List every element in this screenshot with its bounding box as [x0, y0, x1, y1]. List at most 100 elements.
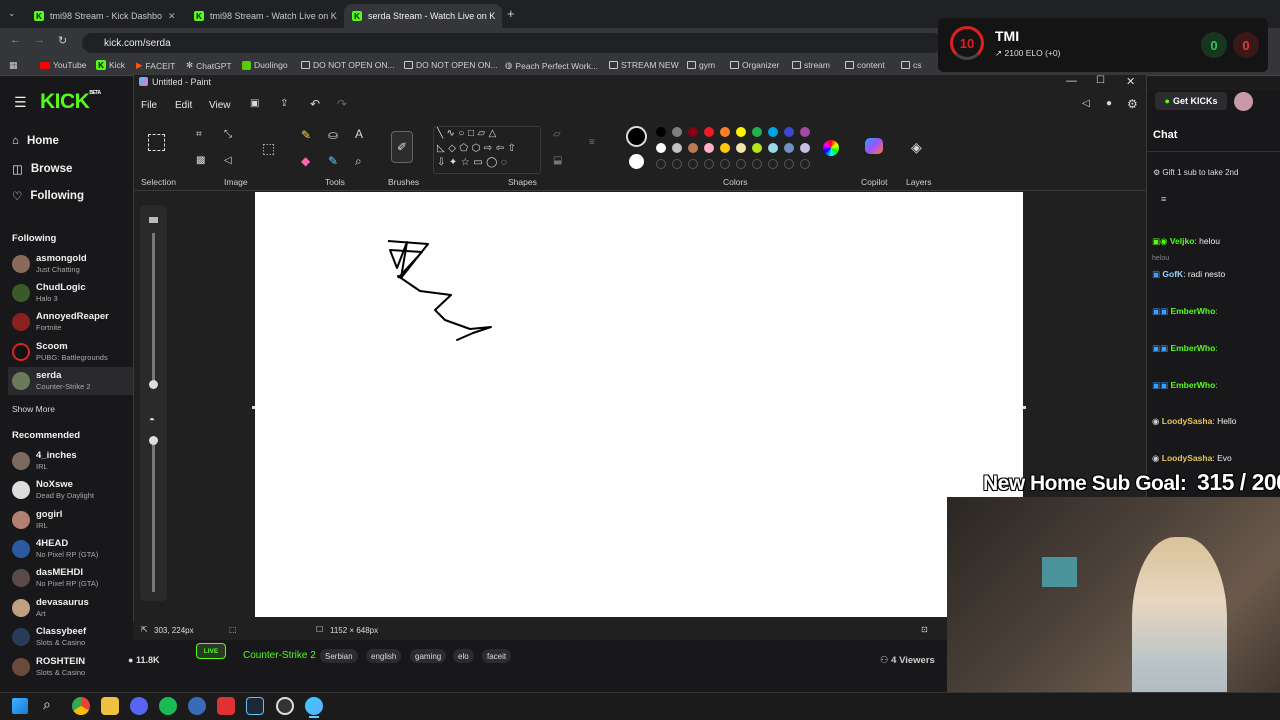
discord-icon[interactable] [130, 697, 148, 715]
secondary-color[interactable] [629, 154, 644, 169]
color-swatch[interactable] [672, 127, 682, 137]
color-swatch[interactable] [800, 127, 810, 137]
color-swatch[interactable] [736, 143, 746, 153]
primary-color[interactable] [626, 126, 647, 147]
color-swatch[interactable] [656, 127, 666, 137]
hamburger-menu-icon[interactable]: ☰ [14, 94, 27, 111]
bookmark-folder[interactable]: Organizer [730, 60, 779, 70]
menu-edit[interactable]: Edit [175, 100, 192, 111]
paint-canvas[interactable] [255, 192, 1023, 617]
tag-gaming[interactable]: gaming [410, 649, 447, 663]
channel-devasaurus[interactable]: devasaurus Art [12, 596, 132, 624]
mute-icon[interactable]: ✕ [168, 11, 176, 22]
account-icon[interactable]: ● [1106, 99, 1112, 109]
color-swatch[interactable] [752, 143, 762, 153]
copilot-icon[interactable] [865, 138, 883, 154]
share-icon[interactable]: ⇪ [280, 99, 288, 109]
bookmark-folder[interactable]: DO NOT OPEN ON... [404, 60, 498, 70]
channel-roshtein[interactable]: ROSHTEIN Slots & Casino [12, 655, 132, 683]
color-swatch[interactable] [672, 143, 682, 153]
brushes-button[interactable]: ✐ [391, 131, 413, 163]
bookmark-kick[interactable]: K Kick [96, 60, 125, 70]
crop-icon[interactable]: ⌗ [196, 130, 202, 140]
layers-icon[interactable]: ◈ [911, 140, 922, 154]
color-swatch[interactable] [704, 127, 714, 137]
url-input[interactable]: kick.com/serda [82, 33, 942, 53]
color-swatch[interactable] [768, 127, 778, 137]
apps-icon[interactable]: ▦ [9, 60, 18, 71]
color-swatch[interactable] [752, 127, 762, 137]
app-icon[interactable] [188, 697, 206, 715]
nav-following[interactable]: ♡ Following [12, 189, 84, 203]
channel-gogirl[interactable]: gogirl IRL [12, 508, 132, 536]
shield-icon[interactable] [217, 697, 235, 715]
fill-icon[interactable]: ⛀ [328, 129, 338, 141]
remove-background-icon[interactable]: ⬚ [262, 141, 275, 155]
save-icon[interactable]: ▣ [250, 99, 259, 109]
kick-logo[interactable]: KICKBETA [40, 90, 101, 114]
color-picker-icon[interactable]: ✎ [328, 155, 338, 167]
color-swatch[interactable] [688, 127, 698, 137]
tag-english[interactable]: english [366, 649, 402, 663]
color-swatch[interactable] [656, 143, 666, 153]
obs-icon[interactable] [276, 697, 294, 715]
stream-category-link[interactable]: Counter-Strike 2 [243, 650, 316, 661]
share-network-icon[interactable]: ◁ [1082, 99, 1090, 109]
bookmark-folder[interactable]: gym [687, 60, 715, 70]
selection-tool[interactable] [148, 134, 165, 151]
new-tab-icon[interactable]: + [507, 6, 515, 21]
chrome-icon[interactable] [72, 697, 90, 715]
channel-asmongold[interactable]: asmongold Just Chatting [12, 252, 132, 280]
bookmark-folder[interactable]: STREAM NEW [609, 60, 679, 70]
tag-elo[interactable]: elo [453, 649, 474, 663]
paint-taskbar-icon[interactable] [305, 697, 323, 715]
user-avatar[interactable] [1234, 92, 1253, 111]
color-swatch[interactable] [720, 143, 730, 153]
color-swatch[interactable] [720, 159, 730, 169]
bookmark-faceit[interactable]: ▶ FACEIT [136, 60, 175, 71]
channel-4-inches[interactable]: 4_inches IRL [12, 449, 132, 477]
bookmark-folder[interactable]: content [845, 60, 885, 70]
bookmark-duolingo[interactable]: Duolingo [242, 60, 288, 70]
canvas-resize-handle-right[interactable] [1023, 406, 1026, 409]
outline-icon[interactable]: ▱ [553, 130, 561, 140]
spotify-icon[interactable] [159, 697, 177, 715]
color-swatch[interactable] [736, 159, 746, 169]
forward-icon[interactable]: → [34, 34, 45, 46]
bookmark-folder[interactable]: DO NOT OPEN ON... [301, 60, 395, 70]
tag-faceit[interactable]: faceit [482, 649, 512, 663]
shape-size-icon[interactable]: ≡ [589, 138, 595, 148]
color-swatch[interactable] [800, 143, 810, 153]
color-swatch[interactable] [688, 159, 698, 169]
eraser-icon[interactable]: ◆ [301, 155, 310, 167]
file-explorer-icon[interactable] [101, 697, 119, 715]
opacity-thumb[interactable] [149, 436, 158, 445]
channel-scoom[interactable]: Scoom PUBG: Battlegrounds [12, 340, 132, 368]
tab-serda-stream[interactable]: K serda Stream - Watch Live on K [344, 4, 502, 28]
opacity-slider[interactable] [152, 437, 155, 592]
color-swatch[interactable] [688, 143, 698, 153]
nav-home[interactable]: ⌂ Home [12, 135, 59, 147]
steam-icon[interactable] [246, 697, 264, 715]
rotate-icon[interactable]: ◁ [224, 156, 232, 166]
menu-file[interactable]: File [141, 100, 157, 111]
windows-start-icon[interactable] [12, 698, 28, 714]
tab-search-icon[interactable]: ⌄ [8, 8, 16, 19]
color-swatch[interactable] [784, 143, 794, 153]
color-swatch[interactable] [656, 159, 666, 169]
channel-chudlogic[interactable]: ChudLogic Halo 3 [12, 281, 132, 309]
bookmark-youtube[interactable]: YouTube [40, 60, 86, 70]
close-icon[interactable]: ✕ [1126, 75, 1135, 88]
tab-kick-dashboard[interactable]: K tmi98 Stream - Kick Dashbo ✕ [26, 4, 180, 28]
color-swatch[interactable] [784, 159, 794, 169]
text-icon[interactable]: A [355, 128, 363, 140]
undo-icon[interactable]: ↶ [310, 98, 320, 110]
edit-colors-icon[interactable] [823, 140, 839, 156]
bookmark-chatgpt[interactable]: ✻ ChatGPT [186, 60, 232, 71]
back-icon[interactable]: ← [10, 34, 21, 46]
tag-serbian[interactable]: Serbian [320, 649, 358, 663]
bookmark-peach[interactable]: ◍ Peach Perfect Work... [505, 60, 598, 71]
channel-annoyedreaper[interactable]: AnnoyedReaper Fortnite [12, 310, 132, 338]
channel-serda[interactable]: serda Counter-Strike 2 [12, 369, 132, 397]
color-swatch[interactable] [672, 159, 682, 169]
